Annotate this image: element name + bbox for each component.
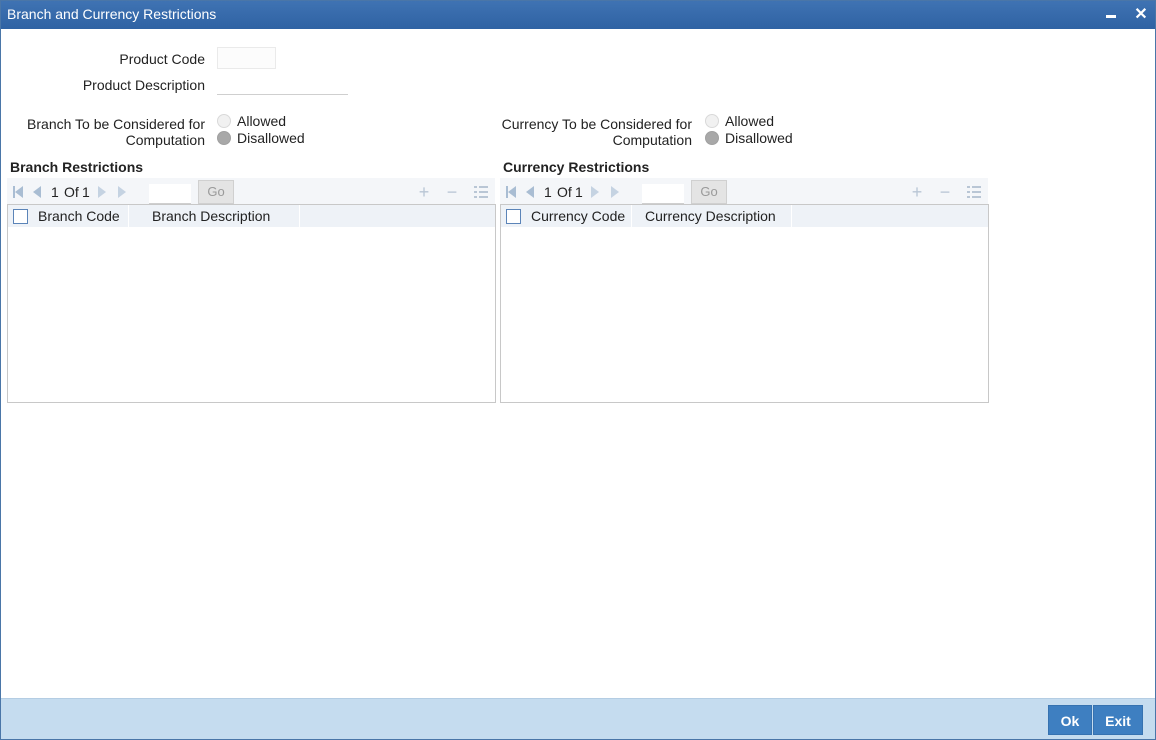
column-separator — [299, 205, 300, 227]
branch-select-all-checkbox[interactable] — [13, 209, 28, 224]
next-page-icon[interactable] — [98, 186, 110, 198]
product-code-input[interactable] — [217, 47, 276, 69]
branch-computation-label-line2: Computation — [125, 132, 205, 148]
currency-allowed-radio[interactable] — [705, 114, 719, 128]
branch-go-button[interactable]: Go — [198, 180, 234, 204]
next-page-icon[interactable] — [591, 186, 603, 198]
prev-page-icon[interactable] — [526, 186, 538, 198]
branch-allowed-radio[interactable] — [217, 114, 231, 128]
currency-of-label: Of — [557, 184, 572, 200]
currency-select-all-checkbox[interactable] — [506, 209, 521, 224]
last-page-icon[interactable] — [118, 186, 130, 198]
branch-computation-label-line1: Branch To be Considered for — [27, 116, 205, 132]
column-separator — [631, 205, 632, 227]
window-title: Branch and Currency Restrictions — [7, 6, 217, 22]
branch-allowed-label: Allowed — [237, 113, 287, 129]
branch-description-column-header[interactable]: Branch Description — [152, 208, 270, 224]
branch-allowed-radio-row[interactable]: Allowed — [217, 113, 286, 129]
branch-page-input[interactable] — [149, 184, 191, 204]
currency-description-column-header[interactable]: Currency Description — [645, 208, 776, 224]
first-page-icon[interactable] — [13, 186, 25, 198]
currency-computation-label-line1: Currency To be Considered for — [501, 116, 692, 132]
add-row-icon[interactable]: + — [416, 183, 432, 201]
currency-disallowed-radio[interactable] — [705, 131, 719, 145]
currency-restrictions-grid: Currency Code Currency Description — [500, 204, 989, 403]
minimize-icon[interactable] — [1100, 4, 1122, 26]
currency-grid-header: Currency Code Currency Description — [501, 205, 988, 227]
currency-computation-label: Currency To be Considered for Computatio… — [491, 116, 692, 148]
branch-grid-header: Branch Code Branch Description — [8, 205, 495, 227]
column-separator — [791, 205, 792, 227]
product-code-label: Product Code — [119, 51, 205, 67]
branch-total-pages: 1 — [82, 184, 90, 200]
currency-allowed-radio-row[interactable]: Allowed — [705, 113, 774, 129]
branch-computation-label: Branch To be Considered for Computation — [21, 116, 205, 148]
currency-grid-toolbar: 1 Of 1 Go + − — [500, 178, 988, 206]
branch-code-column-header[interactable]: Branch Code — [38, 208, 120, 224]
delete-row-icon[interactable]: − — [937, 183, 953, 201]
branch-grid-toolbar: 1 Of 1 Go + − — [7, 178, 495, 206]
branch-of-label: Of — [64, 184, 79, 200]
add-row-icon[interactable]: + — [909, 183, 925, 201]
exit-button[interactable]: Exit — [1093, 705, 1143, 735]
branch-disallowed-label: Disallowed — [237, 130, 305, 146]
currency-allowed-label: Allowed — [725, 113, 775, 129]
single-view-icon[interactable] — [474, 186, 488, 198]
branch-disallowed-radio[interactable] — [217, 131, 231, 145]
close-icon[interactable]: ✕ — [1130, 4, 1152, 26]
currency-go-button[interactable]: Go — [691, 180, 727, 204]
title-bar: Branch and Currency Restrictions ✕ — [1, 1, 1155, 29]
currency-total-pages: 1 — [575, 184, 583, 200]
currency-computation-label-line2: Computation — [612, 132, 692, 148]
first-page-icon[interactable] — [506, 186, 518, 198]
currency-page-input[interactable] — [642, 184, 684, 204]
currency-restrictions-title: Currency Restrictions — [503, 159, 650, 175]
column-separator — [128, 205, 129, 227]
product-description-label: Product Description — [82, 77, 205, 93]
delete-row-icon[interactable]: − — [444, 183, 460, 201]
currency-code-column-header[interactable]: Currency Code — [531, 208, 625, 224]
currency-disallowed-label: Disallowed — [725, 130, 793, 146]
branch-restrictions-grid: Branch Code Branch Description — [7, 204, 496, 403]
branch-disallowed-radio-row[interactable]: Disallowed — [217, 130, 305, 146]
dialog-window: Branch and Currency Restrictions ✕ Produ… — [0, 0, 1156, 740]
currency-disallowed-radio-row[interactable]: Disallowed — [705, 130, 793, 146]
product-description-input[interactable] — [217, 73, 348, 95]
currency-current-page: 1 — [544, 184, 552, 200]
dialog-footer: Ok Exit — [1, 698, 1155, 739]
prev-page-icon[interactable] — [33, 186, 45, 198]
single-view-icon[interactable] — [967, 186, 981, 198]
branch-restrictions-title: Branch Restrictions — [10, 159, 144, 175]
branch-current-page: 1 — [51, 184, 59, 200]
last-page-icon[interactable] — [611, 186, 623, 198]
ok-button[interactable]: Ok — [1048, 705, 1092, 735]
